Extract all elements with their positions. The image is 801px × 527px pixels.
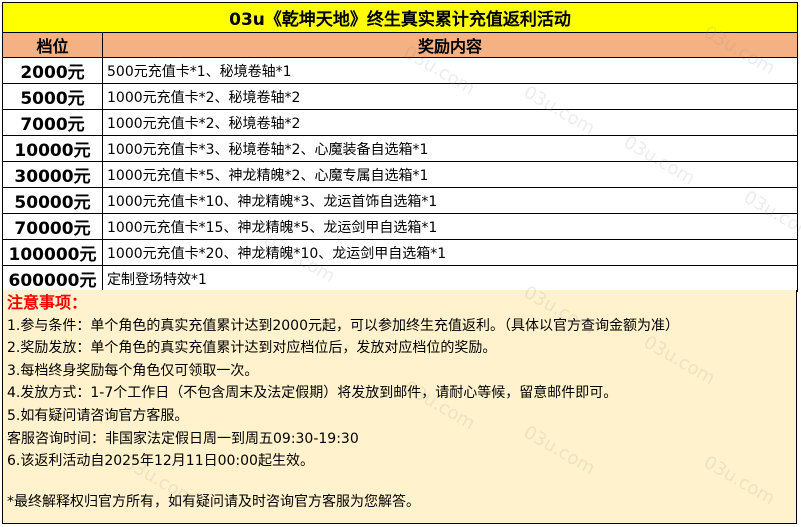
reward-cell: 定制登场特效*1 bbox=[101, 265, 799, 292]
tier-cell: 30000元 bbox=[2, 161, 103, 188]
tier-cell: 50000元 bbox=[2, 187, 103, 214]
notes-line: 4.发放方式：1-7个工作日（不包含周末及法定假期）将发放到邮件，请耐心等候，留… bbox=[7, 385, 618, 402]
footnote: *最终解释权归官方所有，如有疑问请及时咨询官方客服为您解答。 bbox=[7, 493, 420, 510]
table-row: 100000元 1000元充值卡*20、神龙精魄*10、龙运剑甲自选箱*1 bbox=[2, 239, 799, 266]
notes-title: 注意事项： bbox=[7, 293, 88, 312]
reward-cell: 1000元充值卡*5、神龙精魄*2、心魔专属自选箱*1 bbox=[101, 161, 799, 188]
reward-cell: 1000元充值卡*2、秘境卷轴*2 bbox=[101, 83, 799, 110]
table-row: 30000元 1000元充值卡*5、神龙精魄*2、心魔专属自选箱*1 bbox=[2, 161, 799, 188]
table-row: 50000元 1000元充值卡*10、神龙精魄*3、龙运首饰自选箱*1 bbox=[2, 187, 799, 214]
tier-cell: 600000元 bbox=[2, 265, 103, 292]
reward-cell: 500元充值卡*1、秘境卷轴*1 bbox=[101, 57, 799, 84]
page-title: 03u《乾坤天地》终生真实累计充值返利活动 bbox=[1, 2, 799, 33]
tier-cell: 2000元 bbox=[2, 57, 103, 84]
table-row: 10000元 1000元充值卡*3、秘境卷轴*2、心魔装备自选箱*1 bbox=[2, 135, 799, 162]
table-row: 7000元 1000元充值卡*2、秘境卷轴*2 bbox=[2, 109, 799, 136]
reward-cell: 1000元充值卡*20、神龙精魄*10、龙运剑甲自选箱*1 bbox=[101, 239, 799, 266]
tier-cell: 70000元 bbox=[2, 213, 103, 240]
notes-section: 注意事项： 1.参与条件：单个角色的真实充值累计达到2000元起，可以参加终生充… bbox=[2, 290, 797, 524]
notes-line: 2.奖励发放：单个角色的真实充值累计达到对应档位后，发放对应档位的奖励。 bbox=[7, 340, 497, 357]
notes-line: 5.如有疑问请咨询官方客服。 bbox=[7, 407, 189, 424]
notes-line: 客服咨询时间：非国家法定假日周一到周五09:30-19:30 bbox=[7, 430, 359, 447]
tier-cell: 7000元 bbox=[2, 109, 103, 136]
tier-cell: 100000元 bbox=[2, 239, 103, 266]
table-row: 70000元 1000元充值卡*15、神龙精魄*5、龙运剑甲自选箱*1 bbox=[2, 213, 799, 240]
title-row: 03u《乾坤天地》终生真实累计充值返利活动 bbox=[1, 2, 799, 33]
reward-cell: 1000元充值卡*3、秘境卷轴*2、心魔装备自选箱*1 bbox=[101, 135, 799, 162]
tier-cell: 5000元 bbox=[2, 83, 103, 110]
header-row: 档位 奖励内容 bbox=[2, 32, 799, 58]
table-row: 2000元 500元充值卡*1、秘境卷轴*1 bbox=[2, 57, 799, 84]
notes-line: 1.参与条件：单个角色的真实充值累计达到2000元起，可以参加终生充值返利。（具… bbox=[7, 317, 679, 334]
notes-line: 3.每档终身奖励每个角色仅可领取一次。 bbox=[7, 362, 259, 379]
table-row: 5000元 1000元充值卡*2、秘境卷轴*2 bbox=[2, 83, 799, 110]
notes-line: 6.该返利活动自2025年12月11日00:00起生效。 bbox=[7, 453, 314, 470]
reward-cell: 1000元充值卡*15、神龙精魄*5、龙运剑甲自选箱*1 bbox=[101, 213, 799, 240]
reward-cell: 1000元充值卡*2、秘境卷轴*2 bbox=[101, 109, 799, 136]
tier-header: 档位 bbox=[2, 32, 103, 58]
rebate-table: 03u《乾坤天地》终生真实累计充值返利活动 档位 奖励内容 2000元 500元… bbox=[1, 2, 799, 292]
reward-cell: 1000元充值卡*10、神龙精魄*3、龙运首饰自选箱*1 bbox=[101, 187, 799, 214]
tier-cell: 10000元 bbox=[2, 135, 103, 162]
table-row: 600000元 定制登场特效*1 bbox=[2, 265, 799, 292]
reward-header: 奖励内容 bbox=[101, 32, 799, 58]
